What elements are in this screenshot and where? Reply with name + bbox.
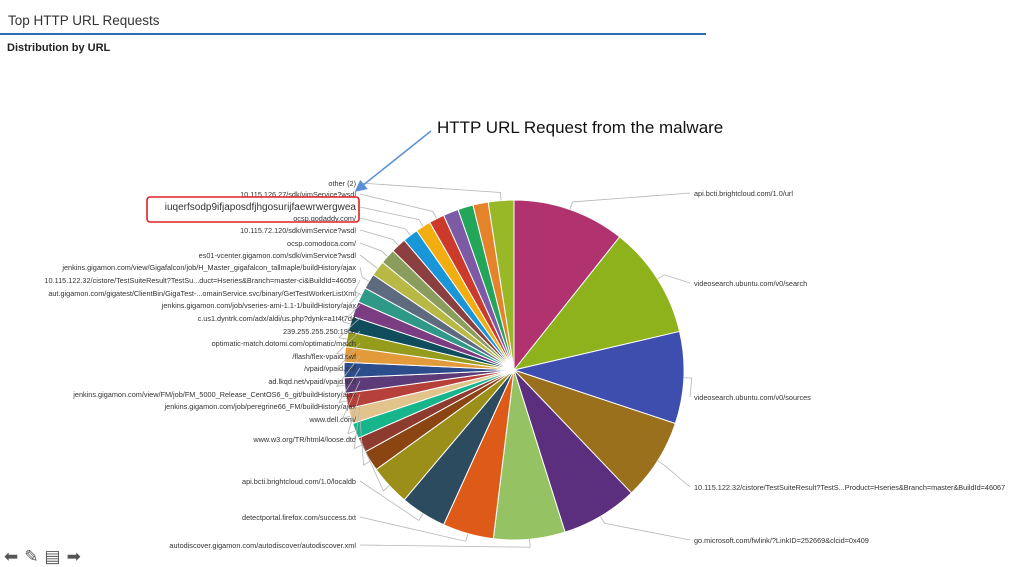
slice-label: optimatic-match.dotomi.com/optimatic/mat… [212,339,356,348]
leader-line [683,377,693,398]
leader-line [359,206,424,227]
back-icon[interactable]: ⬅ [4,547,24,566]
slice-label: iuqerfsodp9ifjaposdfjhgosurijfaewrwergwe… [165,202,357,213]
slice-label: detectportal.firefox.com/success.txt [242,513,356,522]
slice-label: jenkins.gigamon.com/view/Gigafalcon/job/… [61,263,356,272]
slice-label: c.us1.dyntrk.com/adx/aldi/us.php?dynk=a1… [198,314,356,323]
leader-line [657,460,691,488]
leader-line [359,217,411,236]
toolbar: ⬅✎▤➡ [4,547,87,567]
slice-label: jenkins.gigamon.com/job/vseries-ami-1.1-… [161,301,357,310]
slice-label: /vpaid/vpaid.swf [304,364,357,373]
slice-label: go.microsoft.com/fwlink/?LinkID=252669&c… [694,536,869,545]
slice-label: es01-vcenter.gigamon.com/sdk/vimService?… [199,251,357,260]
slice-label: /flash/flex-vpaid.swf [292,352,357,361]
annotation-arrow [354,130,432,192]
slice-label: 10.115.122.32/cistore/TestSuiteResult?Te… [44,276,356,285]
slice-label: videosearch.ubuntu.com/v0/sources [694,393,811,402]
slice-label: api.bcti.brightcloud.com/1.0/localdb [242,477,356,486]
edit-icon[interactable]: ✎ [24,547,44,566]
slice-label: jenkins.gigamon.com/job/peregrine66_FM/b… [164,402,357,411]
slice-label: videosearch.ubuntu.com/v0/search [694,279,807,288]
slice-label: other (2) [328,179,356,188]
slice-label: ad.lkqd.net/vpaid/vpaid.swf [268,377,357,386]
slice-label: autodiscover.gigamon.com/autodiscover/au… [169,541,356,550]
forward-icon[interactable]: ➡ [67,547,87,566]
leader-line [359,266,370,282]
leader-line [359,242,388,257]
leader-line [359,182,502,201]
leader-line [359,229,399,246]
slice-label: aut.gigamon.com/gigatest/ClientBin/GigaT… [48,289,356,298]
slice-label: api.bcti.brightcloud.com/1.0/url [694,189,793,198]
leader-line [569,192,691,210]
leader-line [359,539,531,548]
pie-chart: api.bcti.brightcloud.com/1.0/url videosea… [44,130,1005,550]
slice-label: ocsp.comodoca.com/ [287,239,357,248]
slice-label: 10.115.72.120/sdk/vimService?wsdl [240,226,356,235]
leader-line [359,254,378,269]
slice-label: jenkins.gigamon.com/view/FM/job/FM_5000_… [72,390,356,399]
slice-label: 10.115.122.32/cistore/TestSuiteResult?Te… [694,483,1005,492]
save-icon[interactable]: ▤ [45,547,67,566]
leader-line [600,516,691,541]
leader-line [657,274,691,284]
slice-label: www.w3.org/TR/html4/loose.dtd [252,435,356,444]
